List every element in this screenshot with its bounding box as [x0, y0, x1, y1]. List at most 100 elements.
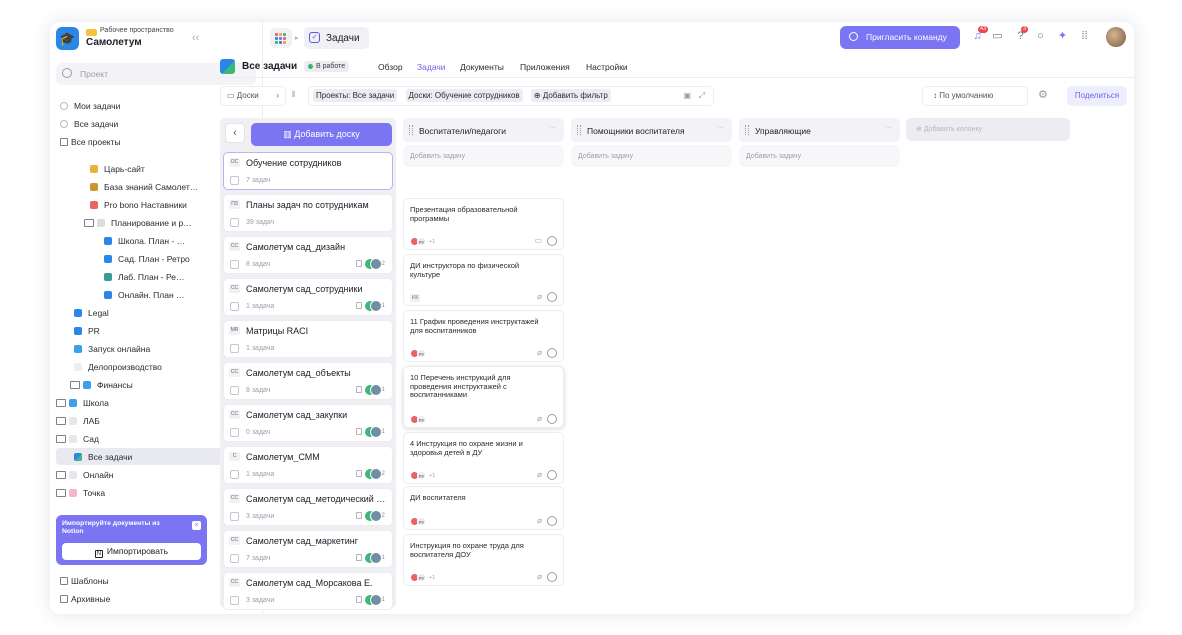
ai-sparkle-icon[interactable]: ✦ — [1056, 30, 1069, 43]
lock-icon — [356, 554, 362, 561]
complete-task-icon[interactable] — [547, 414, 557, 424]
task-card[interactable]: ДИ воспитателя РУ ⌀ — [403, 486, 564, 530]
collapse-sidebar-icon[interactable]: ‹‹ — [192, 32, 199, 44]
drag-handle-icon[interactable] — [409, 125, 413, 135]
complete-task-icon[interactable] — [547, 236, 557, 246]
assignee-initials: РУ — [417, 237, 426, 246]
complete-task-icon[interactable] — [547, 516, 557, 526]
task-count-icon — [230, 260, 239, 269]
board-name: Самолетум сад_методический … — [246, 494, 386, 504]
board-card[interactable]: СС Самолетум сад_маркетинг 7 задач +1 — [223, 530, 393, 568]
grid-dots-icon[interactable]: ⁞⁞ — [1078, 30, 1091, 43]
project-icon — [74, 326, 82, 335]
tab-overview[interactable]: Обзор — [378, 62, 403, 72]
boards-panel: ‹ ▥ Добавить доску OC Обучение сотруднико… — [220, 118, 396, 610]
task-count-icon — [230, 386, 239, 395]
board-task-count: 7 задач — [246, 177, 271, 184]
import-button[interactable]: N Импортировать — [62, 543, 201, 560]
complete-task-icon[interactable] — [547, 292, 557, 302]
tab-settings[interactable]: Настройки — [586, 62, 628, 72]
complete-task-icon[interactable] — [547, 572, 557, 582]
column-header[interactable]: Управляющие ··· — [739, 118, 900, 142]
drag-handle-icon[interactable] — [745, 125, 749, 135]
settings-gear-icon[interactable]: ⚙ — [1038, 86, 1054, 106]
more-assignees-count: +1 — [429, 575, 436, 581]
board-card[interactable]: СС Самолетум сад_сотрудники 1 задача +1 — [223, 278, 393, 316]
board-card[interactable]: СС Самолетум сад_дизайн 8 задач +2 — [223, 236, 393, 274]
status-dot-icon — [308, 64, 313, 69]
task-card[interactable]: 4 Инструкция по охране жизни и здоровья … — [403, 432, 564, 484]
tab-tasks[interactable]: Задачи — [417, 62, 446, 72]
folder-icon — [84, 218, 94, 227]
board-card[interactable]: МR Матрицы RACI 1 задача — [223, 320, 393, 358]
assignee-initials: РУ — [417, 471, 426, 480]
template-icon — [60, 576, 68, 585]
status-badge[interactable]: В работе — [304, 61, 350, 72]
apps-grid-icon[interactable] — [270, 28, 292, 48]
more-icon[interactable]: ··· — [885, 124, 892, 131]
task-count-icon — [230, 302, 239, 311]
lock-icon — [356, 386, 362, 393]
back-chevron-icon[interactable]: ‹ — [225, 123, 245, 143]
lock-icon — [356, 512, 362, 519]
close-icon[interactable]: × — [192, 521, 201, 530]
tasks-tab[interactable]: ✓ Задачи — [304, 27, 369, 49]
column-header[interactable]: Воспитатели/педагоги ··· — [403, 118, 564, 142]
column-view-icon[interactable]: ⫴ — [292, 86, 304, 106]
board-card[interactable]: СС Самолетум сад_объекты 8 задач +1 — [223, 362, 393, 400]
add-task-button[interactable]: Добавить задачу — [571, 145, 732, 167]
drag-handle-icon[interactable] — [577, 125, 581, 135]
board-card[interactable]: OC Обучение сотрудников 7 задач — [223, 152, 393, 190]
search-icon[interactable]: ○ — [1034, 30, 1047, 43]
projects-filter-chip[interactable]: Проекты: Все задачи — [313, 89, 398, 102]
attachment-icon: ⌀ — [537, 292, 542, 301]
complete-task-icon[interactable] — [547, 348, 557, 358]
task-card[interactable]: Инструкция по охране труда для воспитате… — [403, 534, 564, 586]
more-icon[interactable]: ··· — [717, 124, 724, 131]
task-card[interactable]: 10 Перечень инструкций для проведения ин… — [403, 366, 564, 428]
expand-icon[interactable]: ⤢ — [699, 87, 705, 105]
board-task-count: 3 задачи — [246, 597, 275, 604]
task-card[interactable]: 11 График проведения инструктажей для во… — [403, 310, 564, 362]
project-icon — [104, 236, 112, 245]
more-members-count: +2 — [378, 261, 385, 267]
workspace-name[interactable]: Самолетум — [86, 37, 142, 48]
board-card[interactable]: СС Самолетум сад_Морсакова Е. 3 задачи +1 — [223, 572, 393, 610]
complete-task-icon[interactable] — [547, 470, 557, 480]
folder-tag-icon — [69, 398, 77, 407]
user-avatar[interactable] — [1106, 27, 1126, 47]
folder-icon — [56, 416, 66, 425]
filter-bar[interactable]: Проекты: Все задачи Доски: Обучение сотр… — [308, 86, 714, 106]
add-board-button[interactable]: ▥ Добавить доску — [251, 123, 392, 146]
more-icon[interactable]: ··· — [549, 124, 556, 131]
boards-toggle-button[interactable]: ▭ Доски › — [220, 86, 286, 106]
tab-apps[interactable]: Приложения — [520, 62, 570, 72]
invite-team-button[interactable]: Пригласить команду — [840, 26, 960, 49]
save-icon[interactable]: ▣ — [683, 87, 691, 105]
chevron-right-icon: › — [276, 91, 279, 100]
task-card[interactable]: Презентация образовательной программы РУ +… — [403, 198, 564, 250]
board-name: Самолетум сад_маркетинг — [246, 536, 358, 546]
board-card[interactable]: СС Самолетум сад_закупки 0 задач +1 — [223, 404, 393, 442]
board-card[interactable]: ПЗ Планы задач по сотрудникам 39 задач — [223, 194, 393, 232]
document-icon — [74, 362, 82, 371]
sort-select[interactable]: ↕ По умолчанию — [922, 86, 1028, 106]
board-task-count: 7 задач — [246, 555, 271, 562]
boards-filter-chip[interactable]: Доски: Обучение сотрудников — [405, 89, 523, 102]
add-filter-button[interactable]: ⊕ Добавить фильтр — [530, 89, 611, 102]
assignee-initials: РУ — [417, 517, 426, 526]
workspace-logo-icon[interactable]: 🎓 — [56, 27, 79, 50]
task-count-icon — [230, 176, 239, 185]
add-column-button[interactable]: ⊕ Добавить колонку — [906, 118, 1070, 141]
board-card[interactable]: СС Самолетум сад_методический … 3 задачи +2 — [223, 488, 393, 526]
board-task-count: 0 задач — [246, 429, 271, 436]
column-header[interactable]: Помощники воспитателя ··· — [571, 118, 732, 142]
more-assignees-count: +1 — [429, 473, 436, 479]
tab-documents[interactable]: Документы — [460, 62, 504, 72]
folder-icon[interactable]: ▭ — [991, 30, 1004, 43]
add-task-button[interactable]: Добавить задачу — [739, 145, 900, 167]
share-button[interactable]: Поделиться — [1067, 86, 1127, 106]
add-task-button[interactable]: Добавить задачу — [403, 145, 564, 167]
task-card[interactable]: ДИ инструктора по физической культуре КК ⌀ — [403, 254, 564, 306]
board-card[interactable]: С Самолетум_СММ 1 задача +2 — [223, 446, 393, 484]
